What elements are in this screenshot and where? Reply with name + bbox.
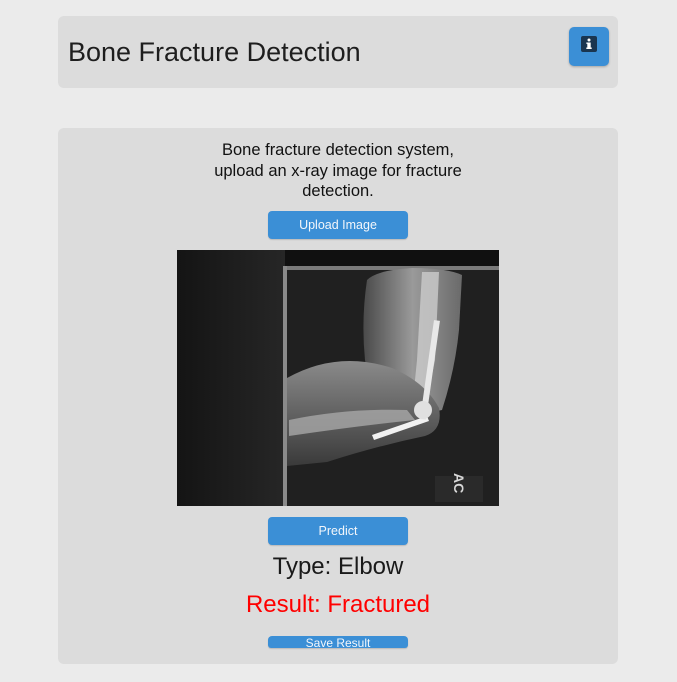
result-text: Result: Fractured [245, 591, 431, 618]
page-title: Bone Fracture Detection [68, 37, 361, 67]
main-card: Bone fracture detection system, upload a… [58, 128, 618, 664]
upload-image-button[interactable]: Upload Image [268, 211, 408, 239]
type-text: Type: Elbow [272, 553, 404, 580]
predict-button[interactable]: Predict [268, 517, 408, 545]
info-icon [581, 36, 597, 57]
description-text: Bone fracture detection system, upload a… [214, 141, 462, 200]
xray-marker: AC [451, 473, 467, 493]
info-button[interactable] [569, 27, 609, 66]
xray-image: AC [177, 250, 499, 506]
header-card: Bone Fracture Detection [58, 16, 618, 88]
save-result-button[interactable]: Save Result [268, 636, 408, 648]
